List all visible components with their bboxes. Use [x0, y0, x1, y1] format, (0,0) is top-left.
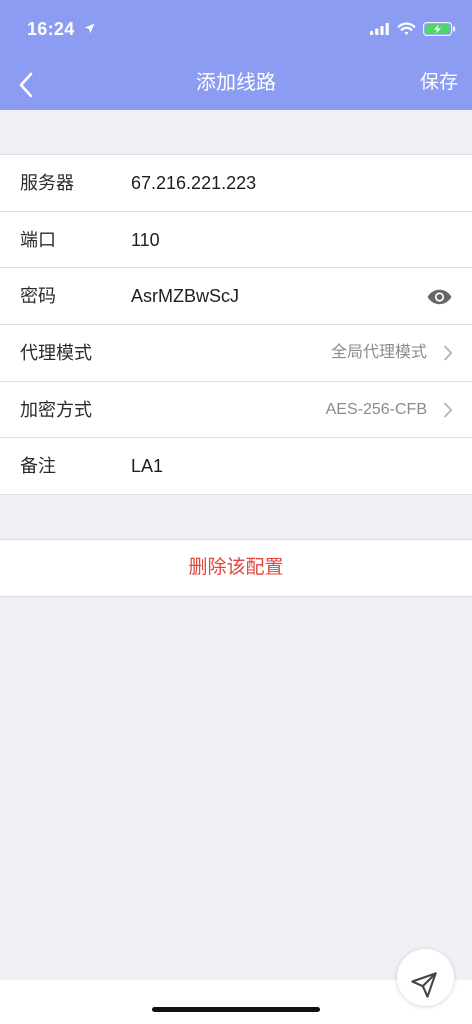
encryption-label: 加密方式 — [20, 399, 92, 420]
encryption-value: AES-256-CFB — [325, 400, 427, 418]
send-icon — [411, 971, 437, 998]
chevron-right-icon — [444, 345, 453, 361]
remark-row: 备注 — [0, 438, 472, 495]
encryption-row[interactable]: 加密方式 AES-256-CFB — [0, 381, 472, 439]
password-input[interactable] — [131, 283, 401, 310]
location-arrow-icon — [84, 23, 95, 34]
signal-icon — [370, 23, 389, 35]
chevron-right-icon — [444, 402, 453, 418]
status-time: 16:24 — [27, 19, 75, 39]
remark-input[interactable] — [131, 453, 401, 480]
server-input[interactable] — [131, 170, 401, 196]
proxy-mode-label: 代理模式 — [20, 342, 92, 363]
password-row: 密码 — [0, 268, 472, 325]
battery-charging-icon — [423, 22, 456, 36]
wifi-icon — [397, 22, 416, 35]
port-row: 端口 — [0, 211, 472, 269]
page-title: 添加线路 — [196, 72, 276, 94]
save-button[interactable]: 保存 — [420, 70, 458, 96]
port-input[interactable] — [131, 226, 401, 253]
send-floating-button[interactable] — [397, 949, 454, 1006]
server-row: 服务器 — [0, 155, 472, 212]
app-header: 16:24 添加线路 保存 — [0, 0, 472, 110]
delete-section: 删除该配置 — [0, 539, 472, 597]
proxy-mode-value: 全局代理模式 — [330, 343, 427, 361]
delete-config-button[interactable]: 删除该配置 — [0, 540, 472, 596]
server-label: 服务器 — [20, 173, 74, 193]
server-config-form: 服务器 端口 密码 代理模式 全局代理模式 加密方式 AES-256-CFB 备… — [0, 154, 472, 495]
port-label: 端口 — [20, 229, 56, 250]
proxy-mode-row[interactable]: 代理模式 全局代理模式 — [0, 324, 472, 382]
remark-label: 备注 — [20, 456, 56, 477]
toggle-password-button[interactable] — [426, 286, 454, 306]
home-indicator[interactable] — [152, 1007, 320, 1012]
eye-icon — [427, 290, 452, 305]
password-label: 密码 — [20, 286, 56, 307]
